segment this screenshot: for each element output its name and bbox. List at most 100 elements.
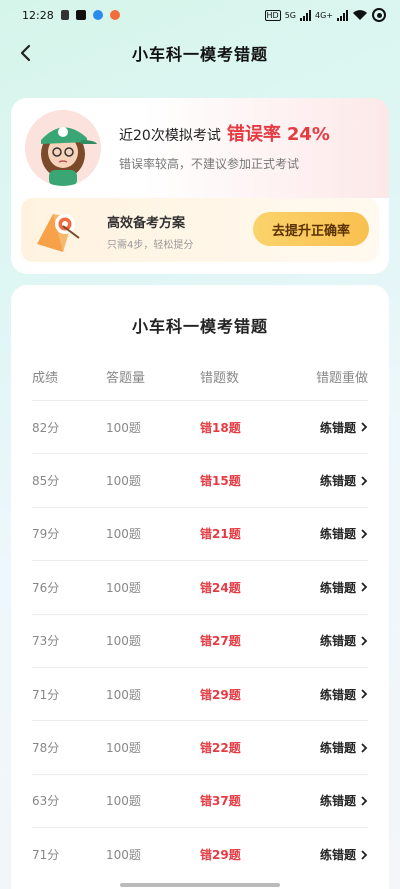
qq-icon xyxy=(92,10,103,20)
row-wrong-count: 错27题 xyxy=(200,634,241,649)
practice-wrong-button[interactable]: 练错题 xyxy=(320,579,368,596)
row-wrong-count: 错18题 xyxy=(200,420,241,435)
practice-wrong-button[interactable]: 练错题 xyxy=(320,632,368,649)
row-score: 71分 xyxy=(32,848,60,863)
error-rate-line: 近20次模拟考试 错误率 24% xyxy=(119,120,330,146)
error-rate-value: 24% xyxy=(286,124,330,145)
net-4g-label: 4G+ xyxy=(315,10,333,20)
row-score: 79分 xyxy=(32,527,60,542)
plan-subtitle: 只需4步，轻松提分 xyxy=(107,240,194,251)
study-plan-banner[interactable]: 高效备考方案 只需4步，轻松提分 去提升正确率 xyxy=(21,198,379,262)
chevron-right-icon xyxy=(361,529,368,539)
plan-title: 高效备考方案 xyxy=(107,216,186,231)
row-total: 100题 xyxy=(106,420,141,435)
row-wrong-count: 错24题 xyxy=(200,580,241,595)
header-total: 答题量 xyxy=(106,371,146,386)
error-rate-label: 错误率 xyxy=(226,124,281,145)
chevron-right-icon xyxy=(361,796,368,806)
summary-card: 近20次模拟考试 错误率 24% 错误率较高，不建议参加正式考试 高效备考方案 只… xyxy=(11,98,389,274)
row-total: 100题 xyxy=(106,527,141,542)
signal-5g-icon xyxy=(300,9,311,21)
back-button[interactable] xyxy=(10,38,40,68)
table-row: 73分 100题 错27题 练错题 xyxy=(32,615,368,668)
back-arrow-icon xyxy=(20,44,31,62)
capcut-icon xyxy=(75,10,86,20)
chevron-right-icon xyxy=(361,636,368,646)
nav-bar: 小车科一模考错题 xyxy=(0,30,400,76)
row-wrong-count: 错29题 xyxy=(200,848,241,863)
status-bar: 12:28 HD 5G 4G+ xyxy=(0,0,400,30)
practice-label: 练错题 xyxy=(319,527,356,542)
coach-avatar-icon xyxy=(41,127,97,186)
practice-wrong-button[interactable]: 练错题 xyxy=(320,472,368,489)
row-wrong-count: 错37题 xyxy=(200,794,241,809)
status-left: 12:28 xyxy=(22,9,120,22)
row-total: 100题 xyxy=(106,741,141,756)
chevron-right-icon xyxy=(361,850,368,860)
practice-label: 练错题 xyxy=(319,687,356,702)
table-header: 成绩 答题量 错题数 错题重做 xyxy=(32,353,368,401)
chevron-right-icon xyxy=(361,689,368,699)
net-5g-label: 5G xyxy=(284,10,296,20)
row-total: 100题 xyxy=(106,794,141,809)
status-right: HD 5G 4G+ xyxy=(264,8,386,22)
error-rate-prefix: 近20次模拟考试 xyxy=(119,128,221,144)
practice-wrong-button[interactable]: 练错题 xyxy=(320,792,368,809)
practice-label: 练错题 xyxy=(319,741,356,756)
table-row: 63分 100题 错37题 练错题 xyxy=(32,775,368,829)
header-redo: 错题重做 xyxy=(315,371,368,386)
practice-wrong-button[interactable]: 练错题 xyxy=(320,846,368,863)
error-rate-tip: 错误率较高，不建议参加正式考试 xyxy=(119,157,300,171)
row-score: 78分 xyxy=(32,741,60,756)
hd-badge: HD xyxy=(264,9,281,21)
wifi-icon xyxy=(353,10,367,20)
header-score: 成绩 xyxy=(32,371,59,386)
table-row: 71分 100题 错29题 练错题 xyxy=(32,828,368,881)
practice-label: 练错题 xyxy=(319,474,356,489)
row-score: 71分 xyxy=(32,687,60,702)
target-icon xyxy=(37,214,80,252)
chevron-right-icon xyxy=(361,422,368,432)
exam-table: 成绩 答题量 错题数 错题重做 82分 100题 错18题 练错题 85分 10… xyxy=(32,353,368,882)
table-row: 78分 100题 错22题 练错题 xyxy=(32,721,368,775)
row-score: 82分 xyxy=(32,420,60,435)
home-indicator[interactable] xyxy=(120,883,280,887)
page-title: 小车科一模考错题 xyxy=(131,45,268,64)
practice-label: 练错题 xyxy=(319,420,356,435)
row-wrong-count: 错29题 xyxy=(200,687,241,702)
practice-wrong-button[interactable]: 练错题 xyxy=(320,525,368,542)
practice-label: 练错题 xyxy=(319,634,356,649)
row-total: 100题 xyxy=(106,848,141,863)
row-wrong-count: 错21题 xyxy=(200,527,241,542)
row-total: 100题 xyxy=(106,474,141,489)
status-time: 12:28 xyxy=(22,8,54,22)
row-wrong-count: 错22题 xyxy=(200,741,241,756)
list-title: 小车科一模考错题 xyxy=(131,317,268,336)
practice-wrong-button[interactable]: 练错题 xyxy=(320,686,368,703)
practice-label: 练错题 xyxy=(319,580,356,595)
practice-label: 练错题 xyxy=(319,848,356,863)
chevron-right-icon xyxy=(361,582,368,592)
table-row: 79分 100题 错21题 练错题 xyxy=(32,508,368,562)
practice-label: 练错题 xyxy=(319,794,356,809)
row-score: 63分 xyxy=(32,794,60,809)
improve-accuracy-button[interactable]: 去提升正确率 xyxy=(253,212,369,246)
row-total: 100题 xyxy=(106,634,141,649)
chevron-right-icon xyxy=(361,475,368,486)
row-score: 76分 xyxy=(32,580,60,595)
row-score: 73分 xyxy=(32,634,60,649)
avatar xyxy=(25,110,101,186)
wrong-questions-card: 小车科一模考错题 成绩 答题量 错题数 错题重做 82分 100题 错18题 练… xyxy=(11,285,389,889)
row-total: 100题 xyxy=(106,580,141,595)
header-wrong: 错题数 xyxy=(200,371,240,386)
practice-wrong-button[interactable]: 练错题 xyxy=(320,419,368,436)
practice-wrong-button[interactable]: 练错题 xyxy=(320,739,368,756)
row-wrong-count: 错15题 xyxy=(200,474,241,489)
table-row: 85分 100题 错15题 练错题 xyxy=(32,454,368,508)
table-row: 76分 100题 错24题 练错题 xyxy=(32,561,368,615)
row-total: 100题 xyxy=(106,687,141,702)
table-row: 71分 100题 错29题 练错题 xyxy=(32,668,368,722)
row-score: 85分 xyxy=(32,474,60,489)
chevron-right-icon xyxy=(361,742,368,753)
weibo-icon xyxy=(109,10,120,20)
